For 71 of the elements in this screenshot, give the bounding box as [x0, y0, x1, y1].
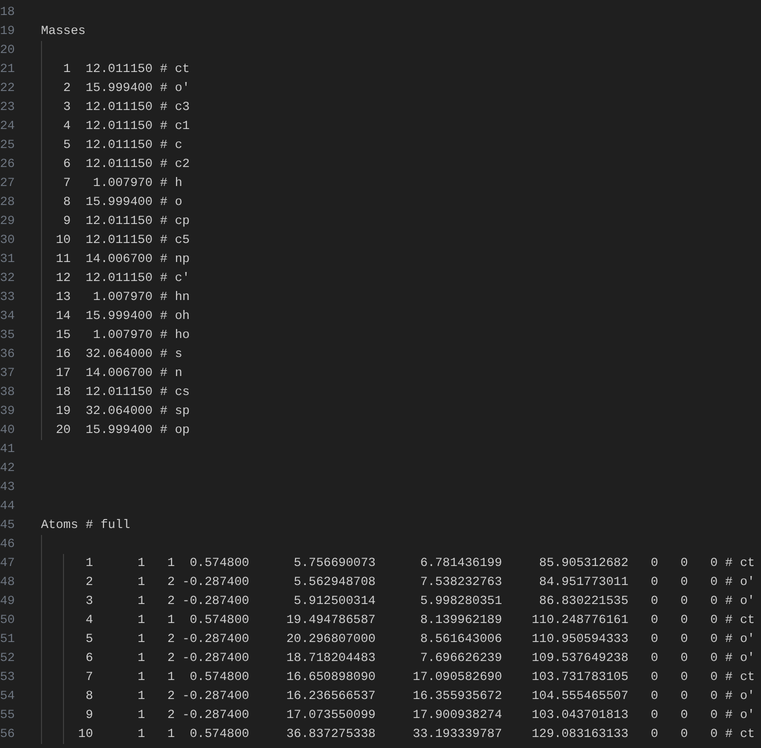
line-number: 49: [0, 593, 16, 610]
line-number: 28: [0, 194, 16, 211]
code-line: 5 12.011150 # c: [62, 138, 182, 152]
line-number: 21: [0, 61, 16, 78]
line-number: 53: [0, 669, 16, 686]
line-number: 48: [0, 574, 16, 591]
code-line: 2 1 2 -0.287400 5.562948708 7.538232763 84.951773011 0 0 0 # o': [84, 575, 755, 589]
code-line: 16 32.064000 # s: [54, 347, 182, 361]
line-number: 27: [0, 175, 16, 192]
line-number: 45: [0, 517, 16, 534]
line-number: 33: [0, 289, 16, 306]
line-number: 34: [0, 308, 16, 325]
code-line: 7 1.007970 # h: [62, 176, 182, 190]
code-line: 19 32.064000 # sp: [54, 404, 190, 418]
line-number: 54: [0, 688, 16, 705]
code-line: 9 1 2 -0.287400 17.073550099 17.900938274 103.043701813 0 0 0 # o': [84, 708, 755, 722]
line-number: 26: [0, 156, 16, 173]
line-number: 42: [0, 460, 16, 477]
line-number: 47: [0, 555, 16, 572]
line-number: 36: [0, 346, 16, 363]
code-line: 1 12.011150 # ct: [62, 62, 190, 76]
code-line: 10 12.011150 # c5: [54, 233, 190, 247]
code-line: 20 15.999400 # op: [54, 423, 190, 437]
line-number: 52: [0, 650, 16, 667]
line-number: 18: [0, 4, 16, 21]
code-line: 14 15.999400 # oh: [54, 309, 190, 323]
line-number: 46: [0, 536, 16, 553]
line-number: 23: [0, 99, 16, 116]
line-number: 24: [0, 118, 16, 135]
line-number: 22: [0, 80, 16, 97]
line-number: 25: [0, 137, 16, 154]
code-line: Masses: [41, 24, 86, 38]
line-number: 50: [0, 612, 16, 629]
line-number: 32: [0, 270, 16, 287]
line-number: 55: [0, 707, 16, 724]
line-number: 41: [0, 441, 16, 458]
line-number: 40: [0, 422, 16, 439]
line-number: 29: [0, 213, 16, 230]
line-number: 43: [0, 479, 16, 496]
line-number: 37: [0, 365, 16, 382]
code-line: 8 15.999400 # o: [62, 195, 182, 209]
code-line: 6 12.011150 # c2: [62, 157, 190, 171]
code-line: 2 15.999400 # o': [62, 81, 190, 95]
code-line: 11 14.006700 # np: [54, 252, 190, 266]
code-line: 4 12.011150 # c1: [62, 119, 190, 133]
line-number: 30: [0, 232, 16, 249]
code-line: 7 1 1 0.574800 16.650898090 17.090582690 103.731783105 0 0 0 # ct: [84, 670, 755, 684]
line-number: 38: [0, 384, 16, 401]
line-number: 39: [0, 403, 16, 420]
line-number: 56: [0, 726, 16, 743]
code-line: 13 1.007970 # hn: [54, 290, 190, 304]
code-line: 17 14.006700 # n: [54, 366, 182, 380]
code-line: Atoms # full: [41, 518, 130, 532]
code-line: 6 1 2 -0.287400 18.718204483 7.696626239 109.537649238 0 0 0 # o': [84, 651, 755, 665]
code-line: 10 1 1 0.574800 36.837275338 33.193339787 129.083163133 0 0 0 # ct: [77, 727, 755, 741]
code-line: 12 12.011150 # c': [54, 271, 190, 285]
line-number: 20: [0, 42, 16, 59]
code-line: 3 1 2 -0.287400 5.912500314 5.998280351 86.830221535 0 0 0 # o': [84, 594, 755, 608]
code-line: 5 1 2 -0.287400 20.296807000 8.561643006 110.950594333 0 0 0 # o': [84, 632, 755, 646]
line-number: 31: [0, 251, 16, 268]
line-number: 35: [0, 327, 16, 344]
code-line: 15 1.007970 # ho: [54, 328, 190, 342]
code-line: 4 1 1 0.574800 19.494786587 8.139962189 110.248776161 0 0 0 # ct: [84, 613, 755, 627]
code-line: 9 12.011150 # cp: [62, 214, 190, 228]
code-line: 8 1 2 -0.287400 16.236566537 16.355935672 104.555465507 0 0 0 # o': [84, 689, 755, 703]
code-line: 3 12.011150 # c3: [62, 100, 190, 114]
line-number: 19: [0, 23, 16, 40]
code-line: 18 12.011150 # cs: [54, 385, 190, 399]
line-number: 44: [0, 498, 16, 515]
line-number: 51: [0, 631, 16, 648]
code-line: 1 1 1 0.574800 5.756690073 6.781436199 85.905312682 0 0 0 # ct: [84, 556, 755, 570]
